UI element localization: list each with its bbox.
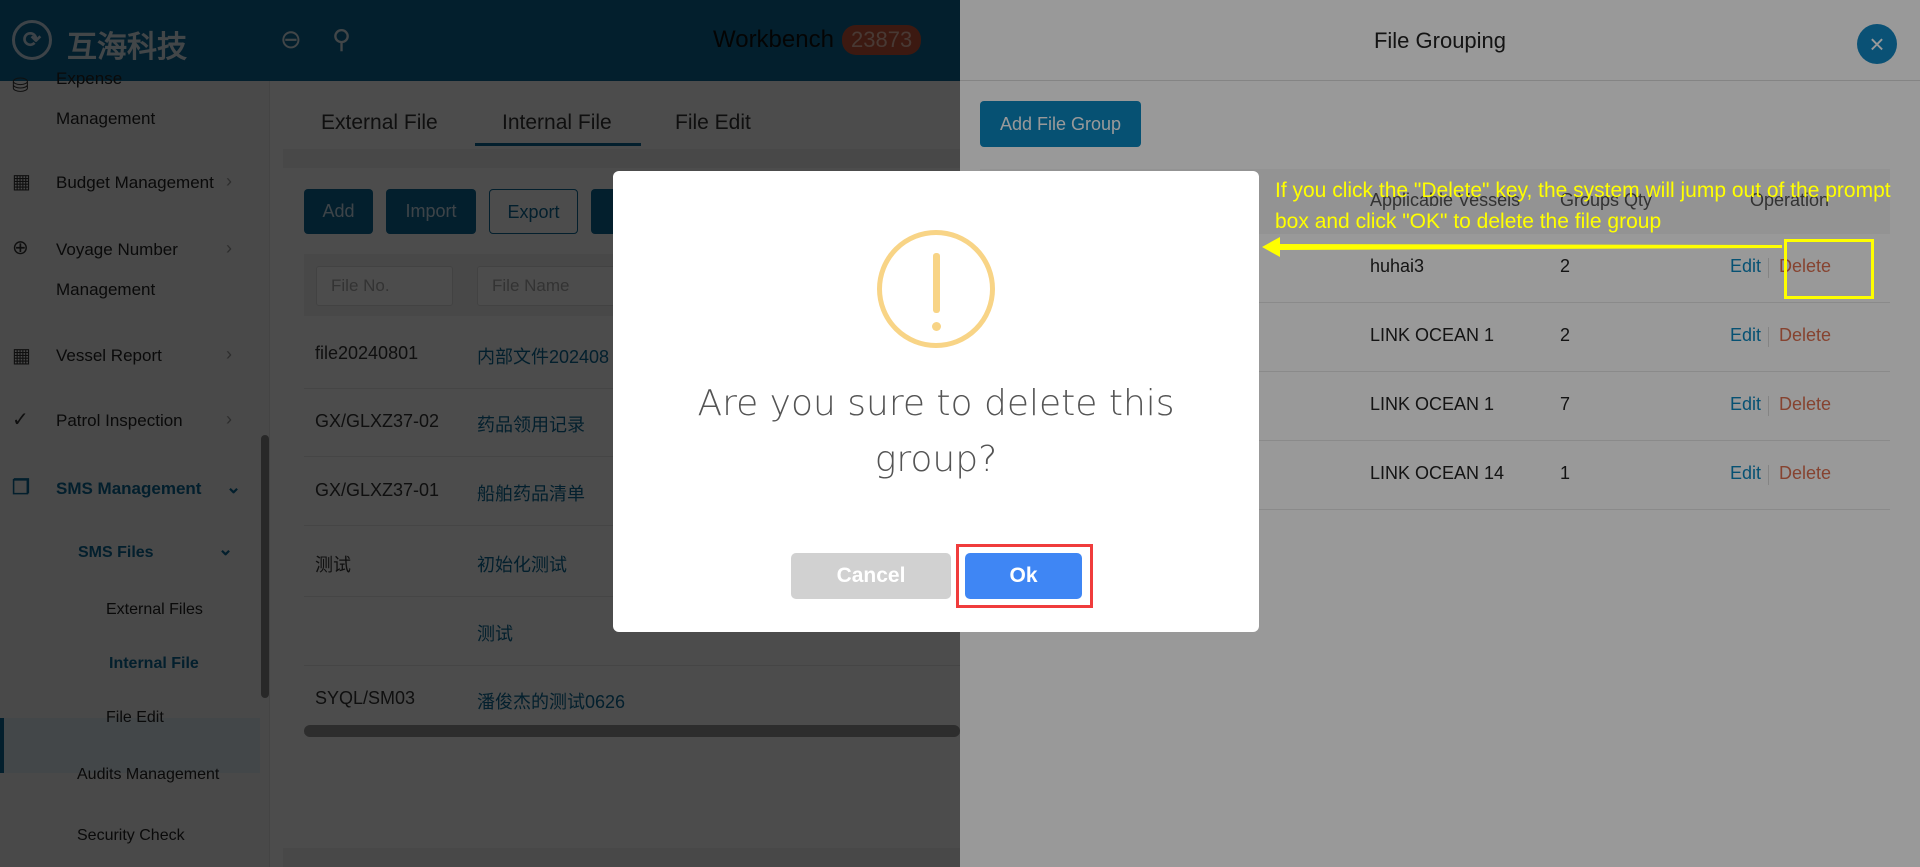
dialog-message: Are you sure to delete this group?	[697, 383, 1175, 480]
confirm-dialog: Are you sure to delete this group? Cance…	[613, 171, 1259, 632]
delete-highlight-box	[1784, 239, 1874, 299]
ok-highlight-box	[956, 544, 1093, 608]
warning-icon	[877, 230, 995, 348]
annotation-text: If you click the "Delete" key, the syste…	[1275, 179, 1891, 233]
annotation-arrow-icon	[1262, 237, 1782, 257]
cancel-button[interactable]: Cancel	[791, 553, 951, 599]
